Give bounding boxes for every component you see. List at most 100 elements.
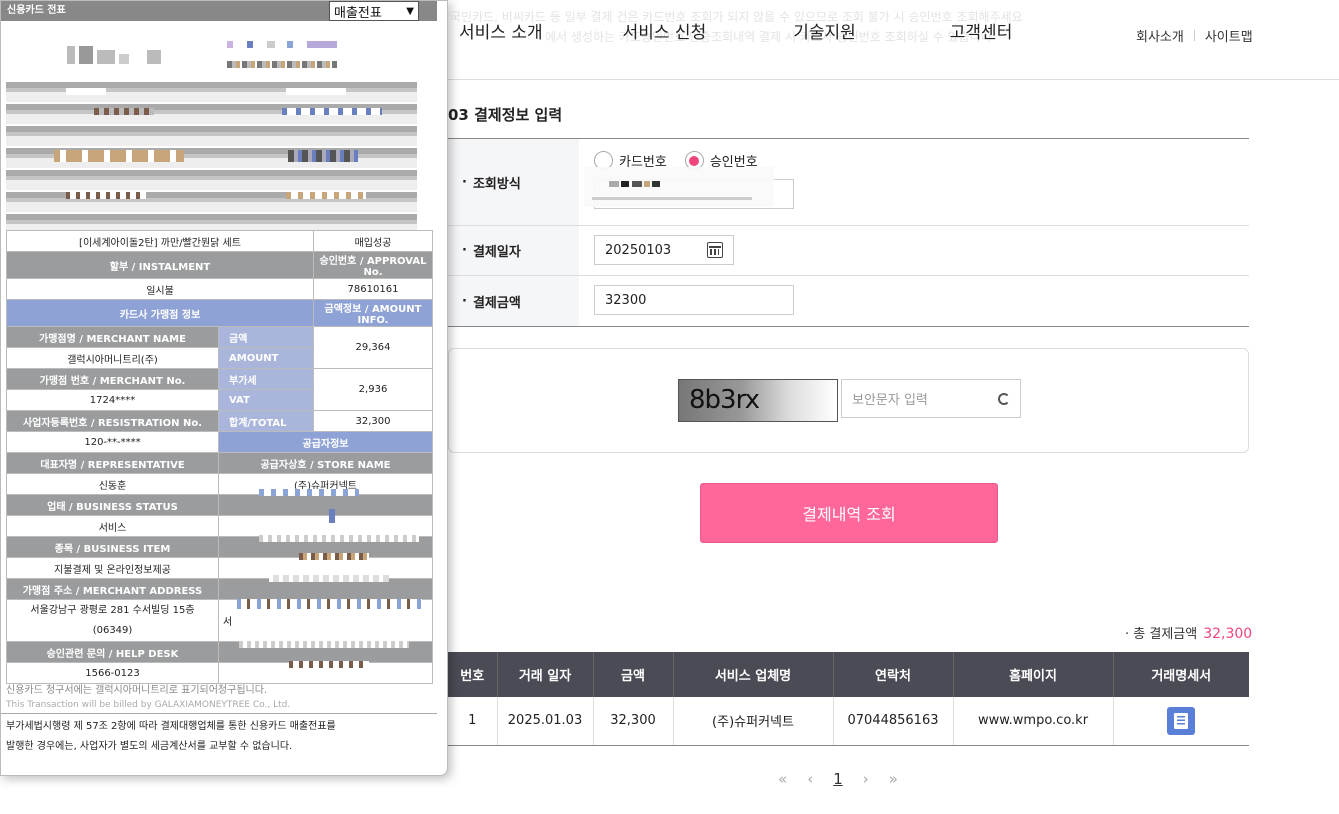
vat-value: 2,936 [313, 368, 433, 411]
row-date: 2025.01.03 [497, 697, 594, 746]
redaction-block [644, 181, 650, 187]
product-name: [이세계아이돌2탄] 까만/빨간뭔닭 세트 [6, 230, 314, 252]
approval-value: 78610161 [313, 278, 433, 300]
legal-line-2: 발행한 경우에는, 사업자가 별도의 세금계산서를 교부할 수 없습니다. [6, 741, 293, 752]
amount-info-label: 금액정보 / AMOUNT INFO. [313, 299, 433, 327]
captcha-placeholder: 보안문자 입력 [852, 393, 928, 408]
total-amount: · 총 결제금액 32,300 [1125, 623, 1252, 642]
redaction-block [54, 150, 184, 162]
receipt-row-inst-value: 일시불 78610161 [6, 278, 433, 300]
captcha-image: 8b3rx [678, 379, 838, 422]
redaction-block [632, 181, 642, 187]
captcha-input[interactable]: 보안문자 입력 [841, 379, 1021, 418]
amount-kr-label: 금액 [218, 326, 314, 348]
amount-cell: 32300 [579, 276, 1249, 326]
representative-value: 신동훈 [6, 473, 219, 495]
business-status-label: 업태 / BUSINESS STATUS [6, 494, 219, 516]
receipt-type-select[interactable]: 매출전표 ▼ [329, 1, 419, 21]
nav-tech-support[interactable]: 기술지원 [793, 18, 856, 43]
date-row: 결제일자 20250103 [448, 226, 1249, 276]
amount-row: 결제금액 32300 [448, 276, 1249, 327]
receipt-row-registration: 사업자등록번호 / RESISTRATION No. 합계/TOTAL 32,3… [6, 410, 433, 432]
redaction-block [286, 192, 366, 199]
merchant-info-label: 카드사 가맹점 정보 [6, 299, 314, 327]
date-input[interactable]: 20250103 [594, 235, 734, 265]
legal-line-1: 부가세법시행령 제 57조 2항에 따라 결제대행업체를 통한 신용카드 매출전… [6, 721, 336, 732]
purchase-status: 매입성공 [313, 230, 433, 252]
redacted-logo [67, 46, 167, 66]
nav-service-intro[interactable]: 서비스 소개 [459, 18, 543, 43]
payment-info-form: 조회방식 카드번호 승인번호 [448, 138, 1249, 327]
redaction-block [289, 661, 369, 668]
row-homepage: www.wmpo.co.kr [953, 697, 1114, 746]
redaction-block [621, 181, 629, 187]
redaction-block [79, 46, 93, 64]
pagination: « ‹ 1 › » [778, 770, 898, 788]
amount-input[interactable]: 32300 [594, 285, 794, 315]
redacted-rows [6, 82, 417, 230]
receipt-row-registration-value: 120-**-**** 공급자정보 [6, 431, 433, 453]
page-prev[interactable]: ‹ [807, 770, 813, 788]
redacted-overlay [584, 167, 774, 207]
search-payment-button[interactable]: 결제내역 조회 [700, 483, 998, 543]
redaction-block [259, 535, 419, 542]
merchant-no-label: 가맹점 번호 / MERCHANT No. [6, 368, 219, 390]
refresh-icon[interactable] [998, 392, 1010, 405]
result-header-row: 번호 거래 일자 금액 서비스 업체명 연락처 홈페이지 거래명세서 [448, 652, 1249, 697]
redaction-block [299, 553, 369, 560]
installment-label: 할부 / INSTALMENT [6, 251, 314, 279]
approval-label: 승인번호 / APPROVAL No. [313, 251, 433, 279]
chevron-down-icon: ▼ [406, 5, 414, 17]
calendar-icon[interactable] [707, 242, 723, 258]
redaction-block [247, 41, 253, 48]
table-row: 1 2025.01.03 32,300 (주)슈퍼커넥트 07044856163… [448, 697, 1249, 746]
redaction-line [592, 197, 752, 200]
util-divider [1193, 30, 1195, 41]
redaction-block [282, 108, 382, 115]
page-last[interactable]: » [889, 770, 898, 788]
supplier-info-label: 공급자정보 [218, 431, 433, 453]
redaction-block [119, 54, 129, 64]
util-links: 회사소개 사이트맵 [1136, 26, 1253, 45]
redaction-block [237, 599, 422, 609]
row-phone: 07044856163 [833, 697, 954, 746]
company-intro-link[interactable]: 회사소개 [1136, 26, 1184, 45]
receipt-popup: 신용카드 전표 매출전표 ▼ [이세계아이돌2탄] 까만/빨간뭔닭 세트 매입성… [0, 0, 448, 776]
receipt-row-merchant-name-label: 가맹점명 / MERCHANT NAME 금액 29,364 [6, 326, 433, 369]
business-item-value: 지불결제 및 온라인정보제공 [6, 557, 219, 579]
redaction-block [286, 88, 346, 95]
row-amount: 32,300 [593, 697, 674, 746]
col-phone: 연락처 [833, 652, 954, 697]
installment-value: 일시불 [6, 278, 314, 300]
help-desk-label: 승인관련 문의 / HELP DESK [6, 641, 219, 663]
amount-label: 결제금액 [448, 276, 579, 326]
page-current[interactable]: 1 [833, 770, 843, 788]
redaction-block [227, 41, 233, 48]
address-line: 서울강남구 광평로 281 수서빌딩 15층 [30, 604, 195, 616]
merchant-name-label: 가맹점명 / MERCHANT NAME [6, 326, 219, 348]
representative-label: 대표자명 / REPRESENTATIVE [6, 452, 219, 474]
method-cell: 카드번호 승인번호 [579, 139, 1249, 225]
total-label: · 총 결제금액 [1125, 627, 1198, 642]
method-label: 조회방식 [448, 139, 579, 225]
redaction-block [94, 108, 154, 115]
redaction-block [66, 88, 106, 95]
main-nav: 서비스 소개 서비스 신청 기술지원 고객센터 [459, 18, 1092, 43]
document-icon[interactable] [1167, 706, 1196, 735]
page-first[interactable]: « [778, 770, 787, 788]
redaction-block [329, 509, 335, 523]
date-label: 결제일자 [448, 226, 579, 275]
redaction-block [307, 41, 337, 48]
merchant-name-value: 갤럭시아머니트리(주) [6, 347, 219, 369]
page-next[interactable]: › [863, 770, 869, 788]
col-company: 서비스 업체명 [673, 652, 834, 697]
nav-customer-center[interactable]: 고객센터 [950, 18, 1013, 43]
nav-service-apply[interactable]: 서비스 신청 [623, 18, 707, 43]
redaction-block [288, 150, 358, 162]
sitemap-link[interactable]: 사이트맵 [1205, 26, 1253, 45]
vat-kr-label: 부가세 [218, 368, 314, 390]
merchant-no-value: 1724**** [6, 389, 219, 411]
receipt-row-inst-label: 할부 / INSTALMENT 승인번호 / APPROVAL No. [6, 251, 433, 279]
business-status-value: 서비스 [6, 515, 219, 537]
total-value: 32,300 [1203, 626, 1253, 642]
